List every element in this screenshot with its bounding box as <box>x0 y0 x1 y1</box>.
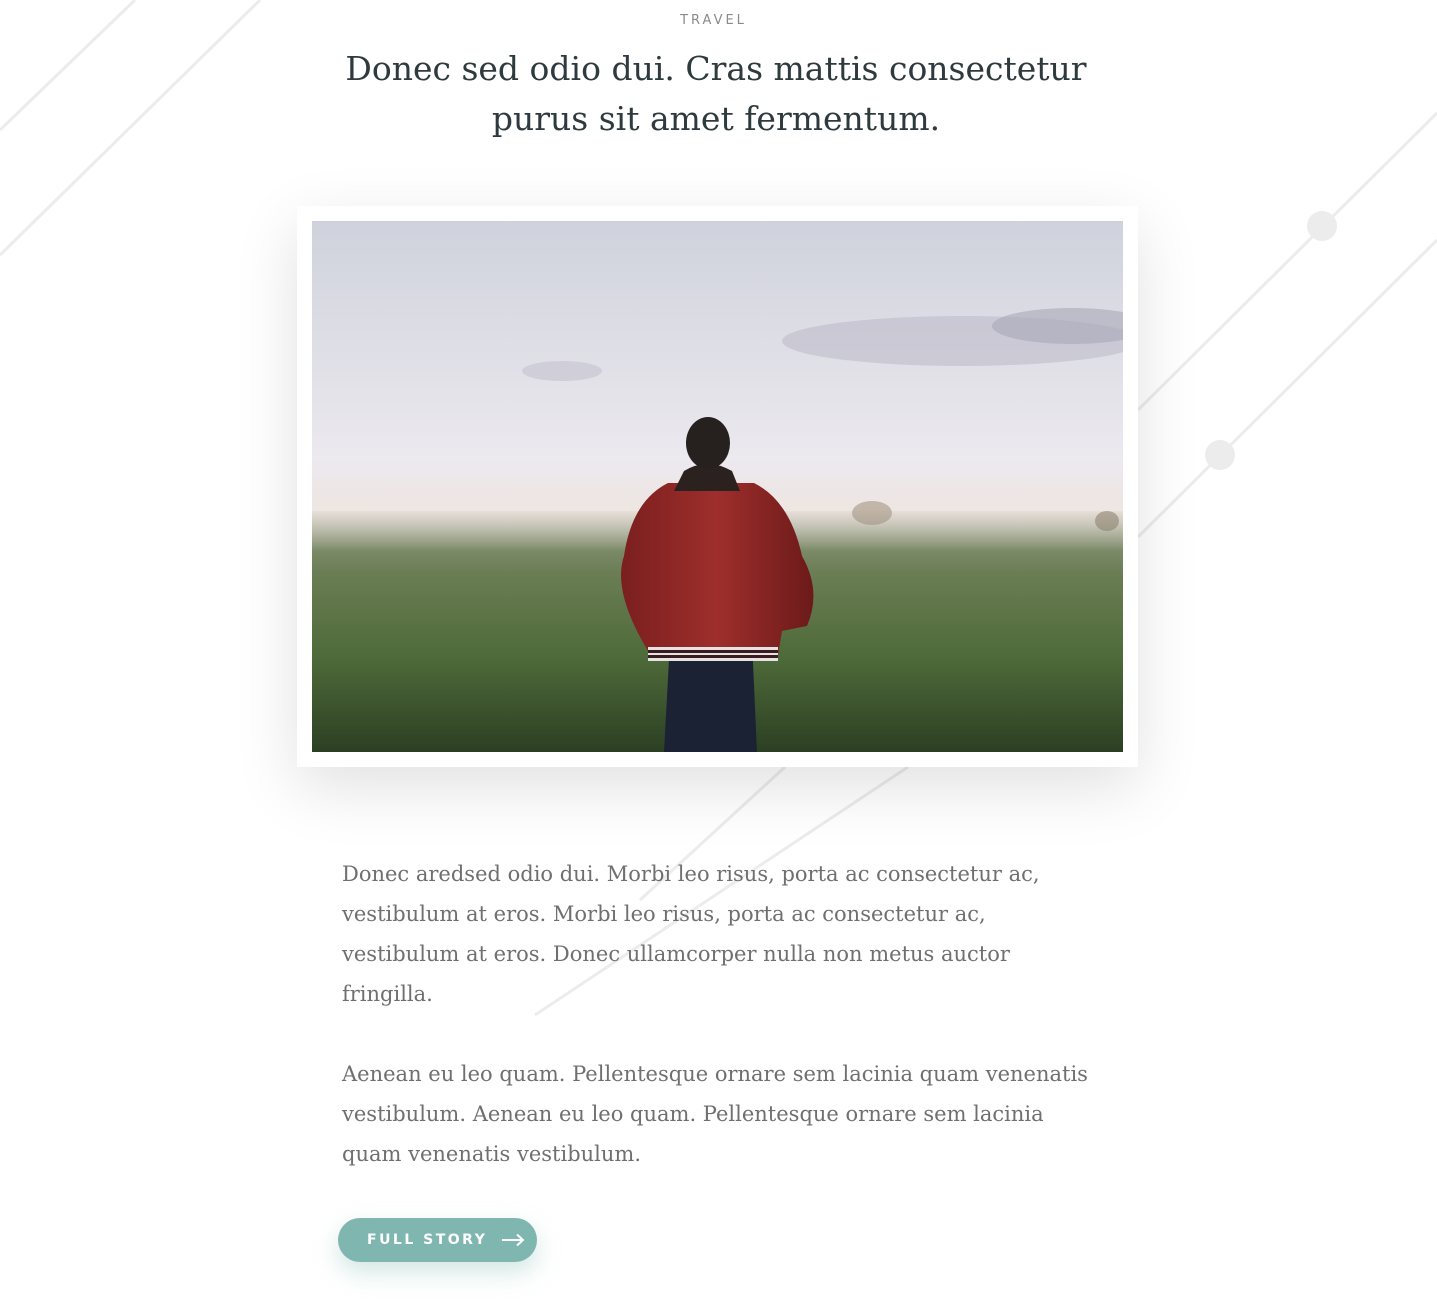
image-frame <box>297 206 1138 767</box>
arrow-right-icon <box>502 1233 525 1247</box>
post-title[interactable]: Donec sed odio dui. Cras mattis consecte… <box>318 44 1114 144</box>
man-in-red-jacket-field-photo[interactable] <box>312 221 1123 752</box>
full-story-label: FULL STORY <box>367 1232 488 1248</box>
post-card: TRAVEL Donec sed odio dui. Cras mattis c… <box>0 0 1437 1302</box>
paragraph: Donec aredsed odio dui. Morbi leo risus,… <box>342 862 1040 1006</box>
paragraph: Aenean eu leo quam. Pellentesque ornare … <box>342 1062 1088 1166</box>
category-label[interactable]: TRAVEL <box>0 13 1427 28</box>
full-story-button[interactable]: FULL STORY <box>338 1218 537 1262</box>
